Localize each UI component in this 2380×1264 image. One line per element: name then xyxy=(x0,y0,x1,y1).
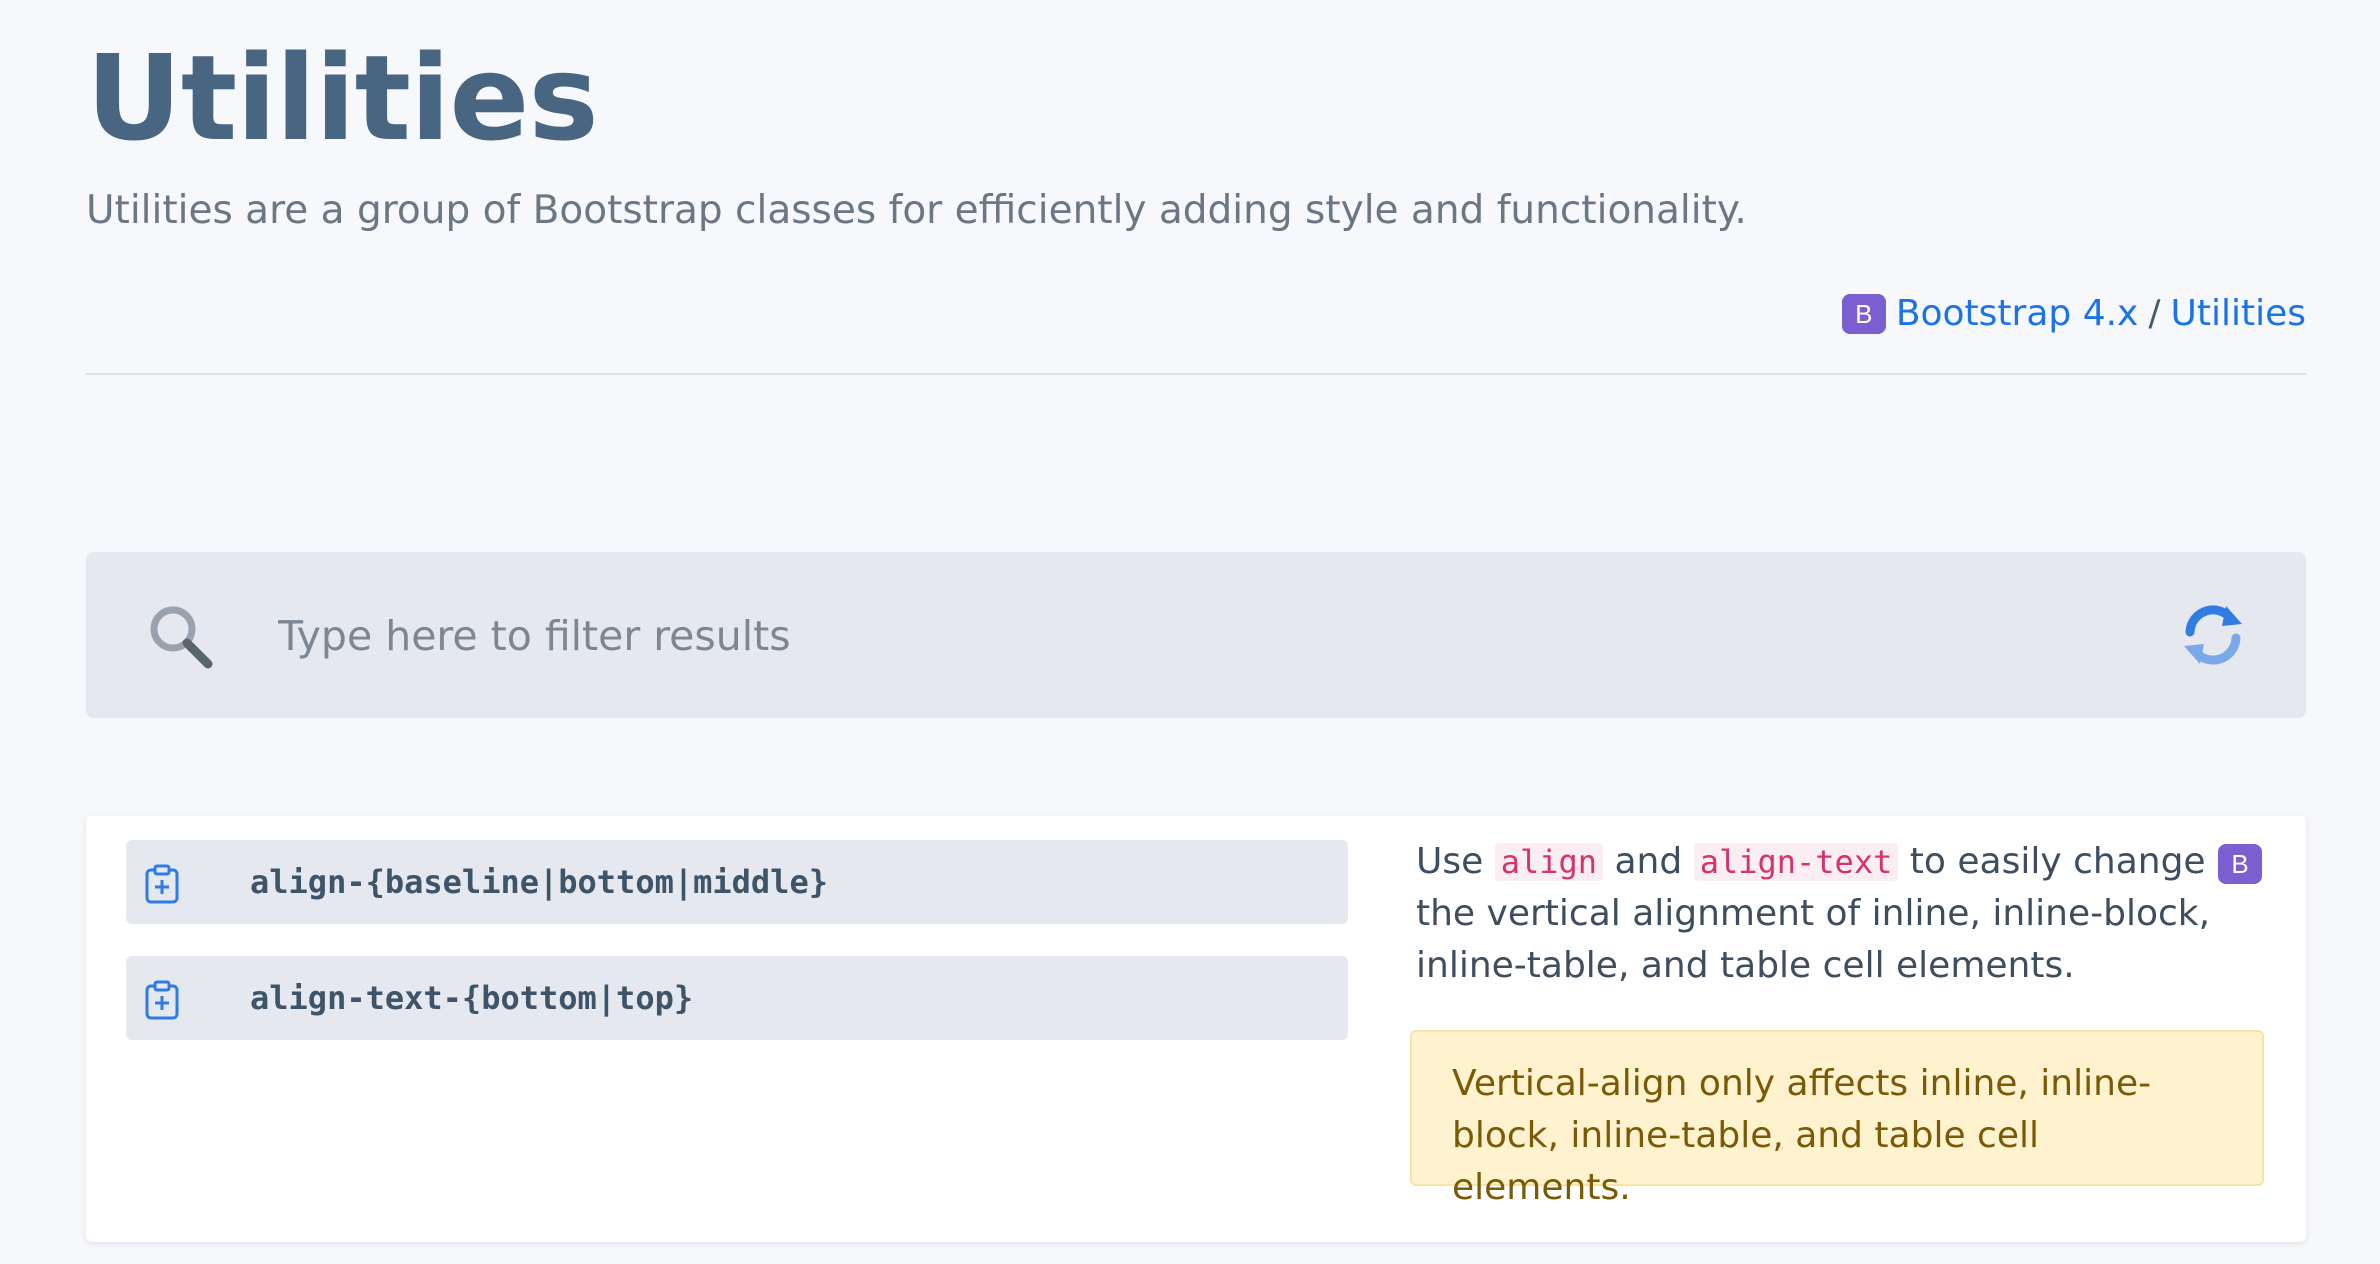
breadcrumb-link-bootstrap[interactable]: Bootstrap 4.x xyxy=(1896,290,2139,338)
inline-code-align-text: align-text xyxy=(1693,843,1899,881)
bootstrap-icon: B xyxy=(1841,294,1886,334)
utility-description: Use align and align-text to easily chang… xyxy=(1416,836,2216,992)
page-subtitle: Utilities are a group of Bootstrap class… xyxy=(86,188,1747,233)
inline-code-align: align xyxy=(1494,843,1604,881)
class-code: align-text-{bottom|top} xyxy=(250,979,694,1017)
search-bar xyxy=(86,552,2306,718)
breadcrumb-link-utilities[interactable]: Utilities xyxy=(2171,290,2307,338)
class-row[interactable]: align-{baseline|bottom|middle} xyxy=(126,840,1348,924)
page-title: Utilities xyxy=(86,29,599,167)
breadcrumb: B Bootstrap 4.x / Utilities xyxy=(1841,290,2307,338)
search-icon xyxy=(150,606,213,669)
class-row[interactable]: align-text-{bottom|top} xyxy=(126,956,1348,1040)
description-prefix: Use xyxy=(1416,841,1484,882)
breadcrumb-separator: / xyxy=(2148,293,2161,334)
refresh-icon[interactable] xyxy=(2180,602,2246,668)
description-middle: and xyxy=(1614,841,1683,882)
warning-alert: Vertical-align only affects inline, inli… xyxy=(1410,1030,2264,1208)
clipboard-plus-icon[interactable] xyxy=(144,980,180,1020)
header-divider xyxy=(86,373,2306,375)
bootstrap-icon[interactable]: B xyxy=(2218,844,2262,884)
search-input[interactable] xyxy=(276,592,2180,680)
class-code: align-{baseline|bottom|middle} xyxy=(250,863,828,901)
result-card: align-{baseline|bottom|middle} align-tex… xyxy=(86,816,2306,1242)
clipboard-plus-icon[interactable] xyxy=(144,864,180,904)
